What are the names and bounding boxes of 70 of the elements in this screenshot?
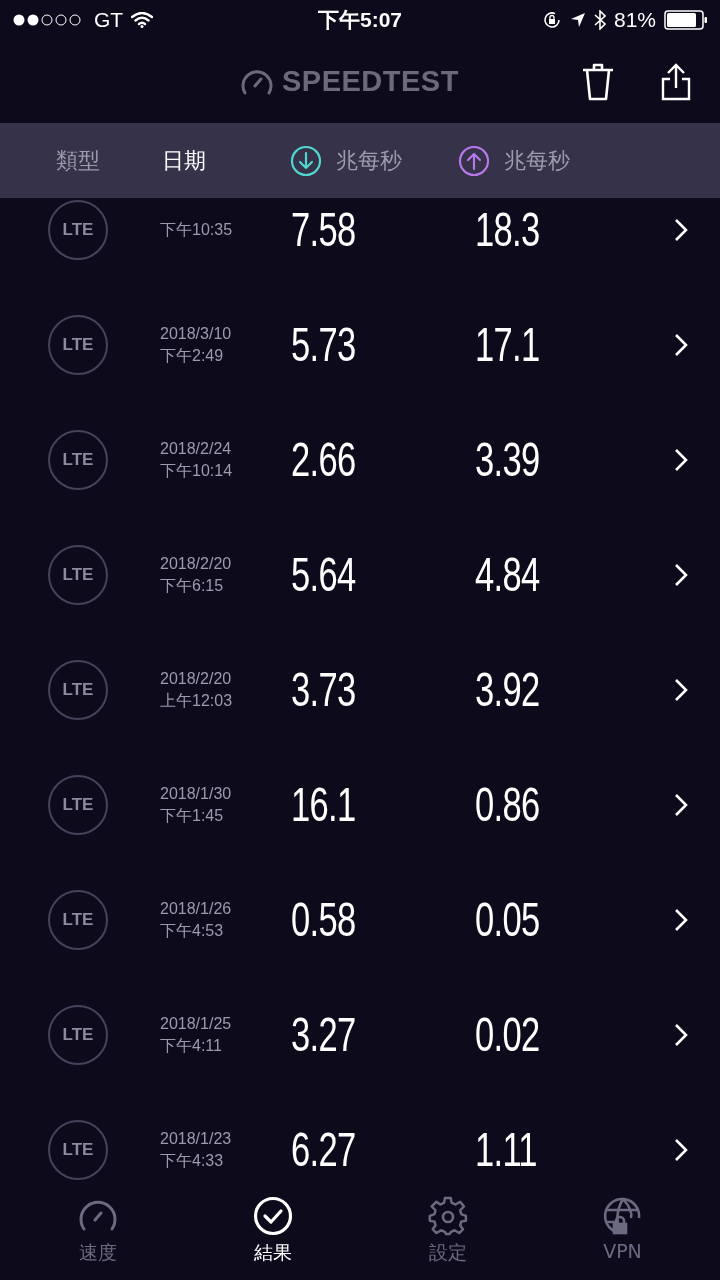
result-time: 上午12:03 xyxy=(160,690,233,711)
network-type-badge: LTE xyxy=(48,544,108,605)
upload-speed: 3.39 xyxy=(475,432,540,487)
sort-column-button[interactable]: 類型 xyxy=(52,141,104,180)
network-type-badge: LTE xyxy=(48,1004,108,1065)
network-type-badge: LTE xyxy=(48,429,108,490)
location-icon xyxy=(569,12,586,28)
clock-time: 下午5:07 xyxy=(318,7,402,33)
download-speed: 5.64 xyxy=(291,547,356,602)
download-speed: 2.66 xyxy=(291,432,356,487)
download-speed: 16.1 xyxy=(291,777,356,832)
tab-button[interactable]: VPN xyxy=(580,1190,665,1280)
download-speed: 6.27 xyxy=(291,1122,356,1177)
chevron-icon[interactable] xyxy=(674,562,688,587)
chevron-icon[interactable] xyxy=(674,907,688,932)
tab-button[interactable]: 設定 xyxy=(405,1190,490,1280)
download-speed: 7.58 xyxy=(291,202,356,257)
upload-speed: 1.11 xyxy=(475,1122,537,1177)
result-time: 下午2:49 xyxy=(160,345,225,366)
download-speed: 0.58 xyxy=(291,892,356,947)
result-date: 2018/3/10 xyxy=(160,323,232,344)
upload-speed: 0.02 xyxy=(475,1007,540,1062)
result-date: 2018/1/23 xyxy=(160,1128,232,1149)
tab-button[interactable]: 速度 xyxy=(55,1190,140,1280)
result-date: 2018/1/30 xyxy=(160,783,232,804)
result-date: 2018/2/20 xyxy=(160,668,233,689)
app-logo: SPEEDTEST xyxy=(282,65,459,98)
result-time: 下午10:14 xyxy=(160,460,233,481)
result-time: 下午4:33 xyxy=(160,1150,225,1171)
battery-icon xyxy=(664,10,708,30)
chevron-icon[interactable] xyxy=(674,1022,688,1047)
result-date: 2018/1/26 xyxy=(160,898,232,919)
network-type-badge: LTE xyxy=(48,774,108,835)
sort-column-button[interactable]: 兆每秒 xyxy=(286,140,406,181)
result-time: 下午1:45 xyxy=(160,805,225,826)
chevron-icon[interactable] xyxy=(674,332,688,357)
download-speed: 3.73 xyxy=(291,662,356,717)
network-type-badge: LTE xyxy=(48,659,108,720)
upload-speed: 3.92 xyxy=(475,662,540,717)
chevron-icon[interactable] xyxy=(674,1137,688,1162)
result-date: 2018/2/24 xyxy=(160,438,233,459)
battery-percentage: 81% xyxy=(613,8,656,32)
result-time: 下午10:35 xyxy=(160,219,233,240)
upload-speed: 17.1 xyxy=(475,317,540,372)
download-speed: 3.27 xyxy=(291,1007,356,1062)
chevron-icon[interactable] xyxy=(674,447,688,472)
sort-column-button[interactable]: 日期 xyxy=(158,141,210,180)
network-type-badge: LTE xyxy=(48,1119,108,1180)
wifi-icon xyxy=(131,12,154,28)
chevron-icon[interactable] xyxy=(674,677,688,702)
bluetooth-icon xyxy=(593,10,606,30)
upload-speed: 0.05 xyxy=(475,892,540,947)
network-type-badge: LTE xyxy=(48,314,108,375)
result-date: 2018/2/20 xyxy=(160,553,232,574)
upload-speed: 0.86 xyxy=(475,777,540,832)
network-type-badge: LTE xyxy=(48,889,108,950)
download-speed: 5.73 xyxy=(291,317,356,372)
chevron-icon[interactable] xyxy=(674,217,688,242)
network-type-badge: LTE xyxy=(48,199,108,260)
result-time: 下午6:15 xyxy=(160,575,225,596)
rotation-lock-icon xyxy=(541,10,562,30)
upload-speed: 18.3 xyxy=(475,202,540,257)
result-time: 下午4:53 xyxy=(160,920,225,941)
result-time: 下午4:11 xyxy=(160,1035,223,1056)
tab-button[interactable]: 結果 xyxy=(230,1190,315,1280)
upload-speed: 4.84 xyxy=(475,547,540,602)
result-date: 2018/1/25 xyxy=(160,1013,232,1034)
sort-column-button[interactable]: 兆每秒 xyxy=(454,140,574,181)
chevron-icon[interactable] xyxy=(674,792,688,817)
carrier-name: GT xyxy=(94,8,124,32)
